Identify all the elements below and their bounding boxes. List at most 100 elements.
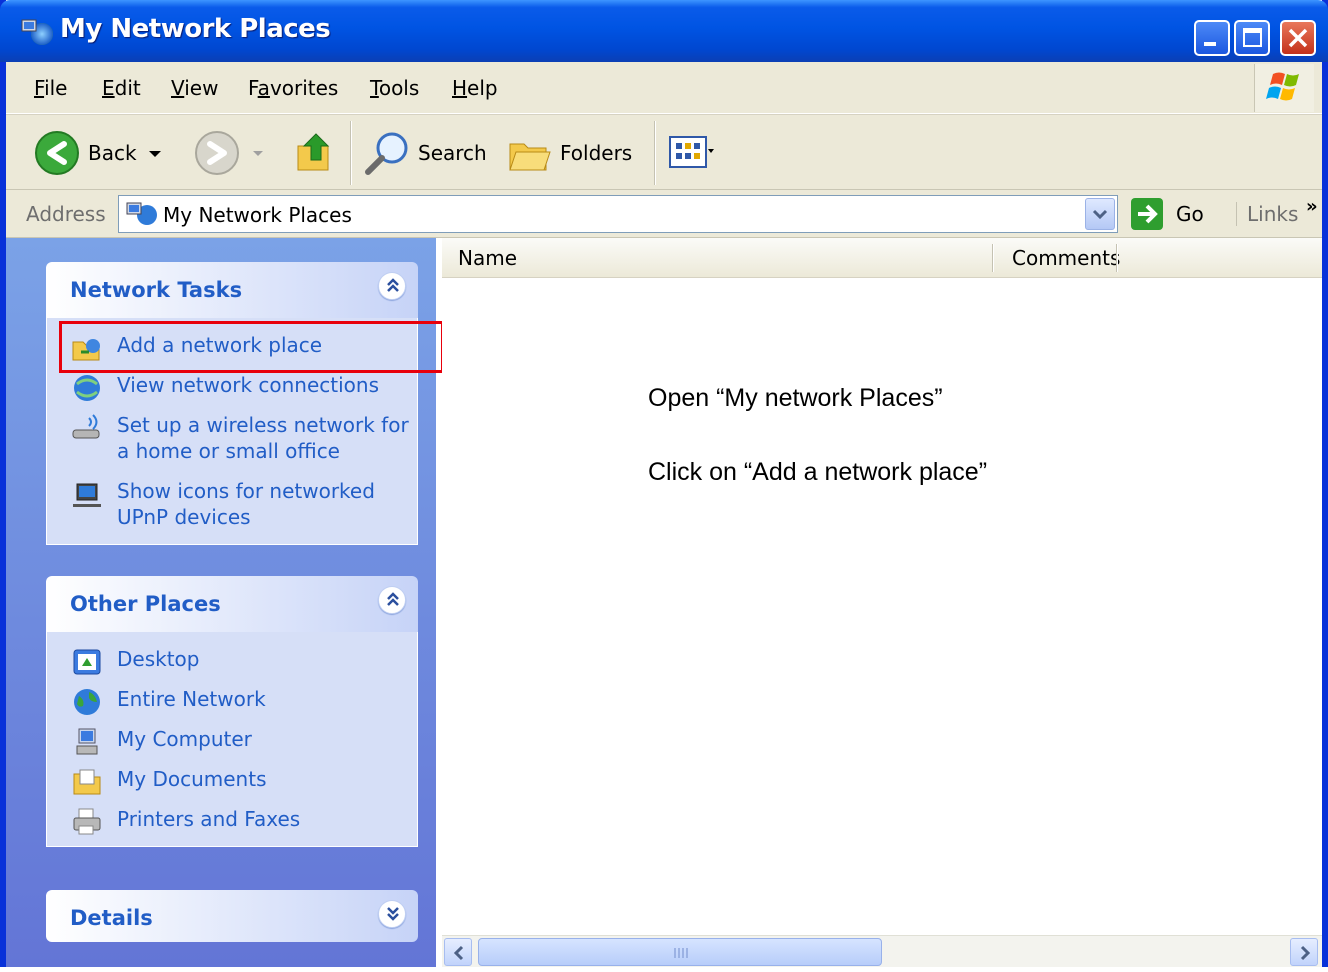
other-places-header[interactable]: Other Places bbox=[46, 576, 418, 632]
computer-icon bbox=[76, 728, 98, 755]
panel-title: Other Places bbox=[70, 592, 221, 616]
views-icon bbox=[669, 136, 714, 168]
views-button[interactable] bbox=[668, 115, 714, 191]
highlight-box bbox=[59, 321, 444, 373]
wireless-network-icon bbox=[72, 414, 100, 439]
documents-icon bbox=[73, 769, 101, 795]
forward-dropdown-icon[interactable] bbox=[248, 143, 268, 163]
maximize-icon bbox=[1243, 28, 1262, 47]
forward-button[interactable] bbox=[194, 115, 268, 191]
links-toolbar[interactable]: Links bbox=[1236, 202, 1298, 226]
place-label: My Computer bbox=[117, 727, 252, 751]
back-button[interactable]: Back bbox=[34, 115, 167, 191]
place-label: Printers and Faxes bbox=[117, 807, 301, 831]
network-places-icon bbox=[126, 202, 157, 225]
chevron-down-icon bbox=[1092, 209, 1108, 220]
place-label: Desktop bbox=[117, 647, 200, 671]
chevron-left-icon bbox=[453, 945, 464, 961]
other-places-panel: Other Places Desktop Entire Network My C… bbox=[46, 576, 418, 847]
network-tasks-panel: Network Tasks Add a network place View n… bbox=[46, 262, 418, 545]
forward-arrow-icon bbox=[195, 131, 239, 175]
chevron-up-icon bbox=[387, 592, 399, 606]
folders-button[interactable]: Folders bbox=[506, 115, 632, 191]
address-input[interactable]: My Network Places bbox=[118, 195, 1118, 233]
details-panel: Details bbox=[46, 890, 418, 942]
column-separator[interactable] bbox=[992, 244, 994, 272]
panel-title: Details bbox=[70, 906, 153, 930]
menu-help[interactable]: Help bbox=[452, 76, 498, 100]
file-list[interactable]: Name Comments Open “My network Places” C… bbox=[442, 238, 1322, 935]
task-label: View network connections bbox=[117, 373, 380, 397]
instruction-line-1: Open “My network Places” bbox=[648, 384, 943, 412]
task-view-network-connections[interactable]: View network connections bbox=[47, 372, 417, 401]
details-header[interactable]: Details bbox=[46, 890, 418, 942]
network-tasks-header[interactable]: Network Tasks bbox=[46, 262, 418, 318]
search-label: Search bbox=[418, 141, 487, 165]
chevron-down-icon bbox=[387, 907, 399, 921]
scroll-thumb[interactable] bbox=[478, 938, 882, 966]
maximize-button[interactable] bbox=[1234, 20, 1270, 56]
title-bar[interactable]: My Network Places bbox=[0, 0, 1328, 62]
minimize-icon bbox=[1204, 42, 1216, 46]
task-setup-wireless[interactable]: Set up a wireless network for a home or … bbox=[47, 412, 417, 464]
toolbar: Back Search Folders bbox=[6, 114, 1322, 190]
grip-icon bbox=[674, 948, 688, 958]
menu-edit[interactable]: Edit bbox=[102, 76, 141, 100]
network-connections-icon bbox=[74, 375, 100, 401]
upnp-device-icon bbox=[73, 483, 101, 507]
back-label: Back bbox=[88, 141, 137, 165]
folders-icon bbox=[509, 143, 551, 171]
scroll-left-button[interactable] bbox=[444, 938, 472, 966]
chevron-up-icon bbox=[387, 278, 399, 292]
horizontal-scrollbar[interactable] bbox=[442, 935, 1322, 967]
menu-favorites[interactable]: Favorites bbox=[248, 76, 338, 100]
menu-tools[interactable]: Tools bbox=[370, 76, 419, 100]
instruction-line-2: Click on “Add a network place” bbox=[648, 458, 988, 486]
minimize-button[interactable] bbox=[1194, 20, 1230, 56]
folders-label: Folders bbox=[560, 141, 633, 165]
address-bar: Address My Network Places Go Links » bbox=[6, 190, 1322, 238]
place-label: My Documents bbox=[117, 767, 267, 791]
up-folder-button[interactable] bbox=[294, 115, 338, 191]
go-button[interactable]: Go bbox=[1130, 196, 1204, 232]
go-arrow-icon bbox=[1131, 198, 1163, 230]
other-places-body: Desktop Entire Network My Computer My Do… bbox=[46, 632, 418, 847]
task-label: Set up a wireless network for a home or … bbox=[117, 413, 409, 463]
menu-bar: File Edit View Favorites Tools Help bbox=[6, 62, 1322, 114]
search-button[interactable]: Search bbox=[362, 115, 487, 191]
place-printers-faxes[interactable]: Printers and Faxes bbox=[47, 806, 417, 835]
panel-title: Network Tasks bbox=[70, 278, 243, 302]
desktop-icon bbox=[73, 649, 101, 675]
address-value: My Network Places bbox=[163, 203, 352, 227]
explorer-window: My Network Places File Edit View Favorit… bbox=[0, 0, 1328, 967]
address-label: Address bbox=[26, 202, 106, 226]
place-my-computer[interactable]: My Computer bbox=[47, 726, 417, 755]
collapse-button[interactable] bbox=[378, 272, 406, 300]
place-entire-network[interactable]: Entire Network bbox=[47, 686, 417, 715]
column-separator[interactable] bbox=[1116, 244, 1118, 272]
globe-icon bbox=[74, 689, 100, 715]
address-dropdown-button[interactable] bbox=[1085, 198, 1115, 230]
menu-file[interactable]: File bbox=[34, 76, 67, 100]
chevron-right-icon bbox=[1300, 945, 1311, 961]
go-label: Go bbox=[1176, 202, 1204, 226]
expand-button[interactable] bbox=[378, 900, 406, 928]
menu-view[interactable]: View bbox=[171, 76, 218, 100]
close-button[interactable] bbox=[1280, 20, 1316, 56]
chevron-right-icon[interactable]: » bbox=[1306, 196, 1318, 217]
column-name[interactable]: Name bbox=[458, 246, 517, 270]
back-dropdown-icon[interactable] bbox=[143, 143, 167, 163]
column-comments[interactable]: Comments bbox=[1012, 246, 1120, 270]
scroll-right-button[interactable] bbox=[1290, 938, 1318, 966]
search-icon bbox=[365, 132, 408, 175]
back-arrow-icon bbox=[35, 131, 79, 175]
task-show-upnp[interactable]: Show icons for networked UPnP devices bbox=[47, 478, 417, 530]
collapse-button[interactable] bbox=[378, 586, 406, 614]
windows-flag-icon bbox=[1266, 72, 1299, 101]
windows-logo bbox=[1254, 64, 1314, 112]
toolbar-separator bbox=[654, 121, 656, 185]
network-places-icon bbox=[21, 19, 53, 45]
place-my-documents[interactable]: My Documents bbox=[47, 766, 417, 795]
place-desktop[interactable]: Desktop bbox=[47, 646, 417, 675]
window-title: My Network Places bbox=[60, 14, 331, 44]
